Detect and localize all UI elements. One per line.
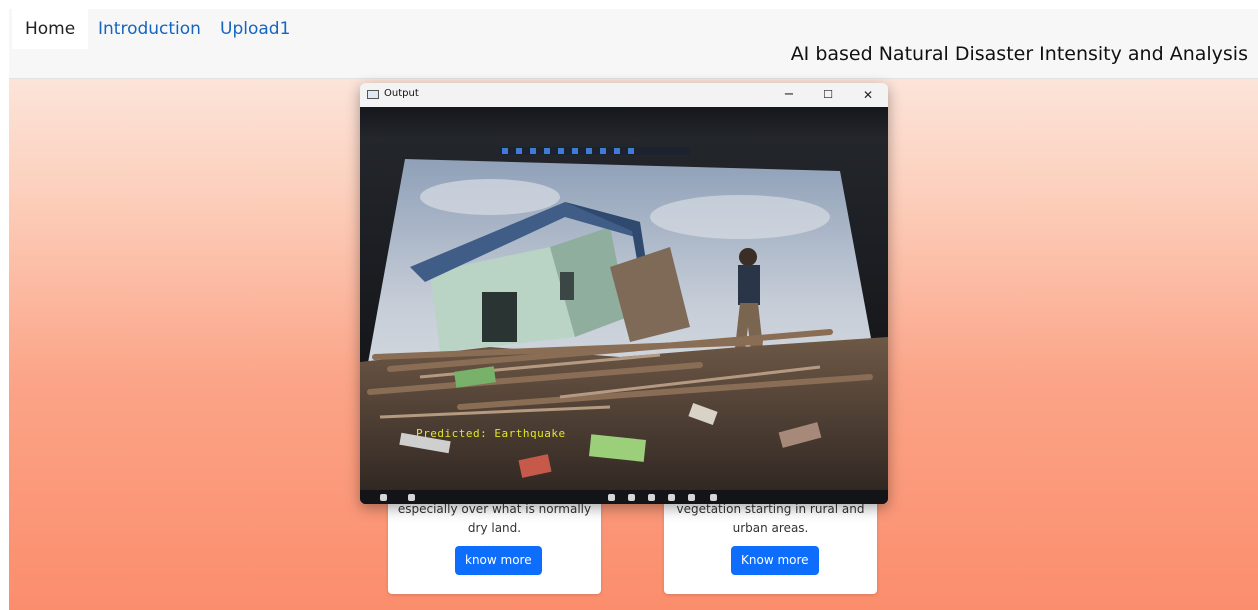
output-image: Predicted: Earthquake bbox=[360, 107, 888, 504]
maximize-icon[interactable]: ☐ bbox=[816, 85, 840, 105]
taskbar-icon bbox=[380, 494, 387, 501]
taskbar-icon bbox=[668, 494, 675, 501]
taskbar-icon bbox=[648, 494, 655, 501]
card-description: especially over what is normally dry lan… bbox=[397, 502, 592, 535]
nav-link-introduction[interactable]: Introduction bbox=[85, 9, 214, 49]
know-more-button[interactable]: know more bbox=[455, 546, 542, 575]
disaster-photo bbox=[360, 147, 888, 504]
taskbar-icon bbox=[628, 494, 635, 501]
page-title: AI based Natural Disaster Intensity and … bbox=[790, 43, 1248, 65]
nav-link-home[interactable]: Home bbox=[12, 9, 89, 49]
know-more-button[interactable]: Know more bbox=[731, 546, 819, 575]
card-description: vegetation starting in rural and urban a… bbox=[676, 502, 865, 535]
window-app-icon bbox=[367, 90, 379, 99]
navbar: Home Introduction Upload1 AI based Natur… bbox=[9, 9, 1258, 79]
taskbar-icon bbox=[710, 494, 717, 501]
page-background: Home Introduction Upload1 AI based Natur… bbox=[9, 9, 1258, 610]
minimize-icon[interactable]: − bbox=[777, 85, 801, 105]
close-icon[interactable]: ✕ bbox=[856, 85, 880, 105]
taskbar-icon bbox=[688, 494, 695, 501]
output-window[interactable]: Output − ☐ ✕ Predicted: Earthquake bbox=[360, 83, 888, 504]
nav-link-upload1[interactable]: Upload1 bbox=[207, 9, 303, 49]
taskbar-icon bbox=[608, 494, 615, 501]
window-title: Output bbox=[384, 88, 419, 99]
window-titlebar[interactable]: Output − ☐ ✕ bbox=[360, 83, 888, 107]
taskbar-icon bbox=[408, 494, 415, 501]
captured-taskbar bbox=[360, 490, 888, 504]
detection-label: Predicted: Earthquake bbox=[416, 427, 566, 440]
